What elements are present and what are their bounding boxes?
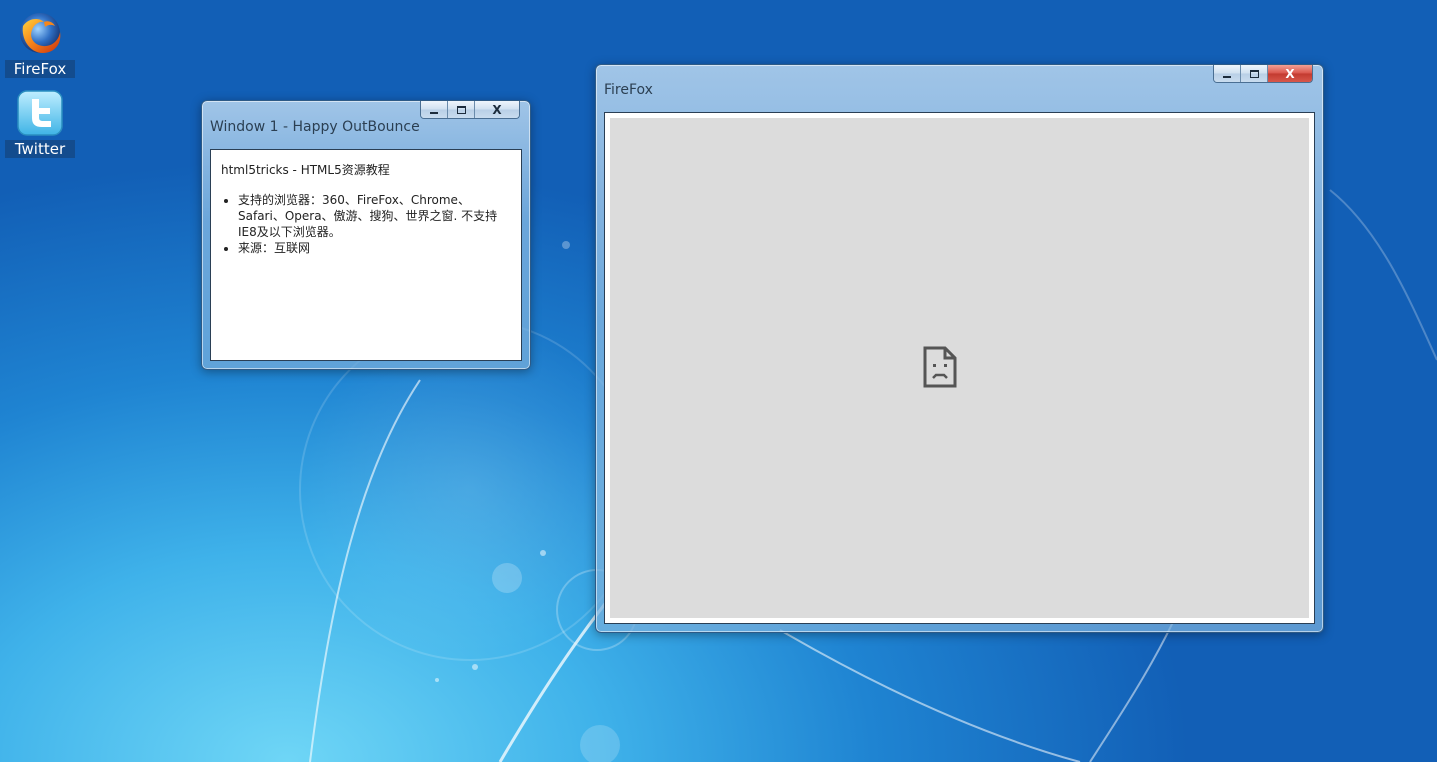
caption-buttons: X [1213, 65, 1313, 83]
maximize-icon [456, 105, 466, 114]
window-1-content: html5tricks - HTML5资源教程 支持的浏览器：360、FireF… [210, 149, 522, 361]
maximize-icon [1249, 69, 1259, 78]
firefox-window-content [604, 112, 1315, 624]
window-1[interactable]: Window 1 - Happy OutBounce X html5tricks… [201, 100, 531, 370]
close-icon: X [492, 102, 502, 117]
sad-document-icon [923, 346, 957, 388]
firefox-window[interactable]: FireFox X [595, 64, 1324, 633]
close-button[interactable]: X [475, 101, 519, 118]
caption-buttons: X [420, 101, 520, 119]
minimize-button[interactable] [1214, 65, 1241, 82]
close-button[interactable]: X [1268, 65, 1312, 82]
minimize-icon [1223, 75, 1231, 78]
maximize-button[interactable] [1241, 65, 1268, 82]
desktop-icon-twitter[interactable]: Twitter [5, 88, 75, 158]
window-title: Window 1 - Happy OutBounce [210, 119, 420, 135]
list-item: 来源：互联网 [238, 240, 511, 256]
list-item: 支持的浏览器：360、FireFox、Chrome、Safari、Opera、傲… [238, 192, 511, 240]
twitter-icon [17, 90, 63, 136]
minimize-button[interactable] [421, 101, 448, 118]
error-frame [610, 118, 1309, 618]
desktop-icon-label: FireFox [5, 60, 75, 78]
desktop-icon-label: Twitter [5, 140, 75, 158]
minimize-icon [430, 111, 438, 114]
firefox-icon [20, 13, 61, 53]
content-heading: html5tricks - HTML5资源教程 [221, 163, 390, 177]
desktop: FireFox Twitter Window 1 - Happy OutBoun… [0, 0, 1437, 762]
close-icon: X [1285, 66, 1295, 81]
maximize-button[interactable] [448, 101, 475, 118]
info-list: 支持的浏览器：360、FireFox、Chrome、Safari、Opera、傲… [221, 192, 511, 256]
window-title: FireFox [604, 82, 653, 98]
desktop-icon-firefox[interactable]: FireFox [5, 8, 75, 78]
